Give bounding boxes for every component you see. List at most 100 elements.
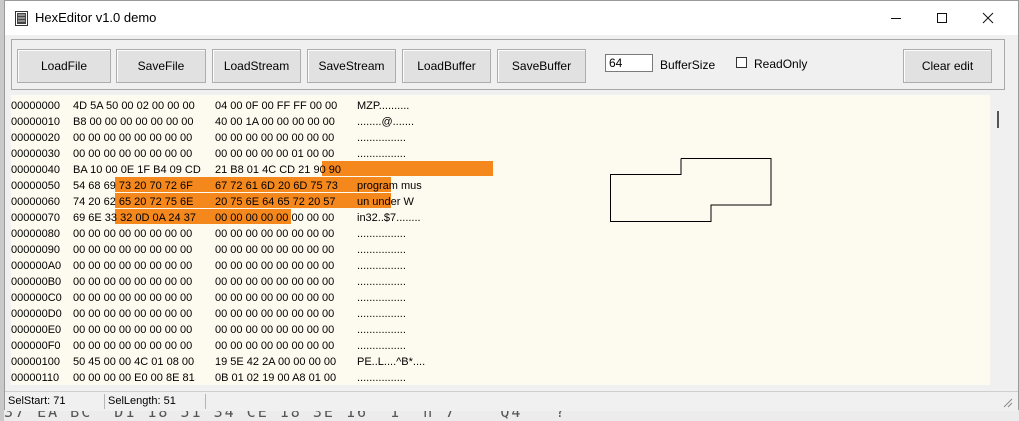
row-offset: 00000040 bbox=[11, 164, 60, 176]
buffer-size-input[interactable] bbox=[605, 54, 653, 72]
row-hex-left: 74 20 62 65 20 72 75 6E bbox=[73, 196, 194, 208]
row-offset: 00000010 bbox=[11, 116, 60, 128]
row-hex-left: 4D 5A 50 00 02 00 00 00 bbox=[73, 100, 195, 112]
row-hex-right: 00 00 00 00 00 01 00 00 bbox=[215, 148, 335, 160]
row-hex-right: 00 00 00 00 00 00 00 00 bbox=[215, 308, 335, 320]
row-ascii: ................ bbox=[357, 228, 406, 240]
save-stream-button[interactable]: SaveStream bbox=[307, 49, 396, 83]
row-offset: 00000110 bbox=[11, 372, 60, 384]
row-hex-right: 19 5E 42 2A 00 00 00 00 bbox=[215, 356, 337, 368]
row-ascii: program mus bbox=[357, 180, 422, 192]
row-hex-right: 20 75 6E 64 65 72 20 57 bbox=[215, 196, 336, 208]
maximize-icon bbox=[937, 13, 947, 23]
row-offset: 000000B0 bbox=[11, 276, 62, 288]
row-offset: 00000070 bbox=[11, 212, 60, 224]
load-buffer-button[interactable]: LoadBuffer bbox=[402, 49, 491, 83]
row-ascii: ................ bbox=[357, 132, 406, 144]
row-hex-right: 67 72 61 6D 20 6D 75 73 bbox=[215, 180, 338, 192]
minimize-button[interactable] bbox=[873, 1, 919, 35]
row-hex-left: 00 00 00 00 00 00 00 00 bbox=[73, 308, 193, 320]
row-offset: 000000F0 bbox=[11, 340, 61, 352]
row-ascii: ................ bbox=[357, 244, 406, 256]
buffer-size-label: BufferSize bbox=[660, 58, 716, 72]
row-hex-left: 00 00 00 00 00 00 00 00 bbox=[73, 276, 193, 288]
row-offset: 000000E0 bbox=[11, 324, 62, 336]
row-hex-left: 00 00 00 00 00 00 00 00 bbox=[73, 292, 193, 304]
row-hex-left: 00 00 00 00 00 00 00 00 bbox=[73, 340, 193, 352]
row-hex-right: 21 B8 01 4C CD 21 90 90 bbox=[215, 164, 341, 176]
row-hex-right: 00 00 00 00 00 00 00 00 bbox=[215, 340, 335, 352]
app-icon bbox=[15, 11, 28, 26]
row-hex-right: 00 00 00 00 00 00 00 00 bbox=[215, 292, 335, 304]
maximize-button[interactable] bbox=[919, 1, 965, 35]
sel-length-status: SelLength: 51 bbox=[105, 394, 206, 409]
row-hex-left: 00 00 00 00 00 00 00 00 bbox=[73, 260, 193, 272]
row-ascii: ................ bbox=[357, 276, 406, 288]
row-ascii: in32..$7........ bbox=[357, 212, 421, 224]
minimize-icon bbox=[891, 18, 901, 19]
row-hex-left: 00 00 00 00 E0 00 8E 81 bbox=[73, 372, 195, 384]
row-ascii: ................ bbox=[357, 308, 406, 320]
row-offset: 00000020 bbox=[11, 132, 60, 144]
read-only-checkbox[interactable] bbox=[736, 57, 747, 68]
row-hex-right: 00 00 00 00 00 00 00 00 bbox=[215, 228, 335, 240]
row-hex-left: 54 68 69 73 20 70 72 6F bbox=[73, 180, 193, 192]
row-ascii: un under W bbox=[357, 196, 414, 208]
row-hex-right: 00 00 00 00 00 00 00 00 bbox=[215, 260, 335, 272]
row-offset: 000000C0 bbox=[11, 292, 62, 304]
selection-highlight bbox=[322, 161, 493, 176]
load-file-button[interactable]: LoadFile bbox=[17, 49, 111, 83]
close-icon bbox=[982, 12, 994, 24]
row-ascii: ................ bbox=[357, 292, 406, 304]
row-hex-left: 69 6E 33 32 0D 0A 24 37 bbox=[73, 212, 196, 224]
row-hex-left: B8 00 00 00 00 00 00 00 bbox=[73, 116, 194, 128]
row-hex-left: 00 00 00 00 00 00 00 00 bbox=[73, 132, 193, 144]
row-hex-left: 00 00 00 00 00 00 00 00 bbox=[73, 148, 193, 160]
row-offset: 00000000 bbox=[11, 100, 60, 112]
row-ascii: ................ bbox=[357, 340, 406, 352]
row-hex-right: 00 00 00 00 00 00 00 00 bbox=[215, 244, 335, 256]
row-hex-left: BA 10 00 0E 1F B4 09 CD bbox=[73, 164, 201, 176]
row-hex-right: 04 00 0F 00 FF FF 00 00 bbox=[215, 100, 338, 112]
vertical-scrollbar[interactable] bbox=[991, 95, 1003, 385]
row-offset: 00000030 bbox=[11, 148, 60, 160]
row-offset: 000000A0 bbox=[11, 260, 62, 272]
close-button[interactable] bbox=[965, 1, 1011, 35]
row-hex-right: 00 00 00 00 00 00 00 00 bbox=[215, 212, 335, 224]
row-ascii: ................ bbox=[357, 324, 406, 336]
row-offset: 00000090 bbox=[11, 244, 60, 256]
row-hex-right: 00 00 00 00 00 00 00 00 bbox=[215, 324, 335, 336]
hex-editor-window: HexEditor v1.0 demo LoadFile SaveFile Lo… bbox=[4, 0, 1019, 411]
row-hex-right: 0B 01 02 19 00 A8 01 00 bbox=[215, 372, 337, 384]
title-bar[interactable]: HexEditor v1.0 demo bbox=[5, 1, 1018, 35]
row-ascii: ................ bbox=[357, 372, 406, 384]
row-ascii: MZP.......... bbox=[357, 100, 410, 112]
row-offset: 00000100 bbox=[11, 356, 60, 368]
save-buffer-button[interactable]: SaveBuffer bbox=[497, 49, 586, 83]
row-ascii: ................ bbox=[357, 260, 406, 272]
row-hex-left: 00 00 00 00 00 00 00 00 bbox=[73, 244, 193, 256]
load-stream-button[interactable]: LoadStream bbox=[212, 49, 301, 83]
row-ascii: ........@....... bbox=[357, 116, 415, 128]
status-bar: SelStart: 71 SelLength: 51 bbox=[5, 391, 1018, 411]
row-ascii: PE..L....^B*.... bbox=[357, 356, 426, 368]
row-offset: 00000080 bbox=[11, 228, 60, 240]
row-offset: 00000050 bbox=[11, 180, 60, 192]
row-hex-left: 00 00 00 00 00 00 00 00 bbox=[73, 324, 193, 336]
save-file-button[interactable]: SaveFile bbox=[116, 49, 206, 83]
row-hex-left: 50 45 00 00 4C 01 08 00 bbox=[73, 356, 195, 368]
row-offset: 000000D0 bbox=[11, 308, 62, 320]
read-only-label: ReadOnly bbox=[754, 57, 808, 71]
row-hex-right: 00 00 00 00 00 00 00 00 bbox=[215, 276, 335, 288]
row-offset: 00000060 bbox=[11, 196, 60, 208]
row-hex-right: 40 00 1A 00 00 00 00 00 bbox=[215, 116, 335, 128]
sel-start-status: SelStart: 71 bbox=[5, 394, 105, 409]
window-title: HexEditor v1.0 demo bbox=[35, 10, 157, 25]
hex-view[interactable]: 00000000 4D 5A 50 00 02 00 00 00 04 00 0F … bbox=[11, 95, 990, 385]
row-hex-right: 00 00 00 00 00 00 00 00 bbox=[215, 132, 335, 144]
clear-edit-button[interactable]: Clear edit bbox=[903, 49, 992, 83]
row-ascii: ................ bbox=[357, 148, 406, 160]
scrollbar-thumb[interactable] bbox=[997, 111, 999, 128]
resize-grip-icon[interactable] bbox=[1001, 396, 1013, 408]
selection-outline-shape bbox=[610, 158, 772, 222]
